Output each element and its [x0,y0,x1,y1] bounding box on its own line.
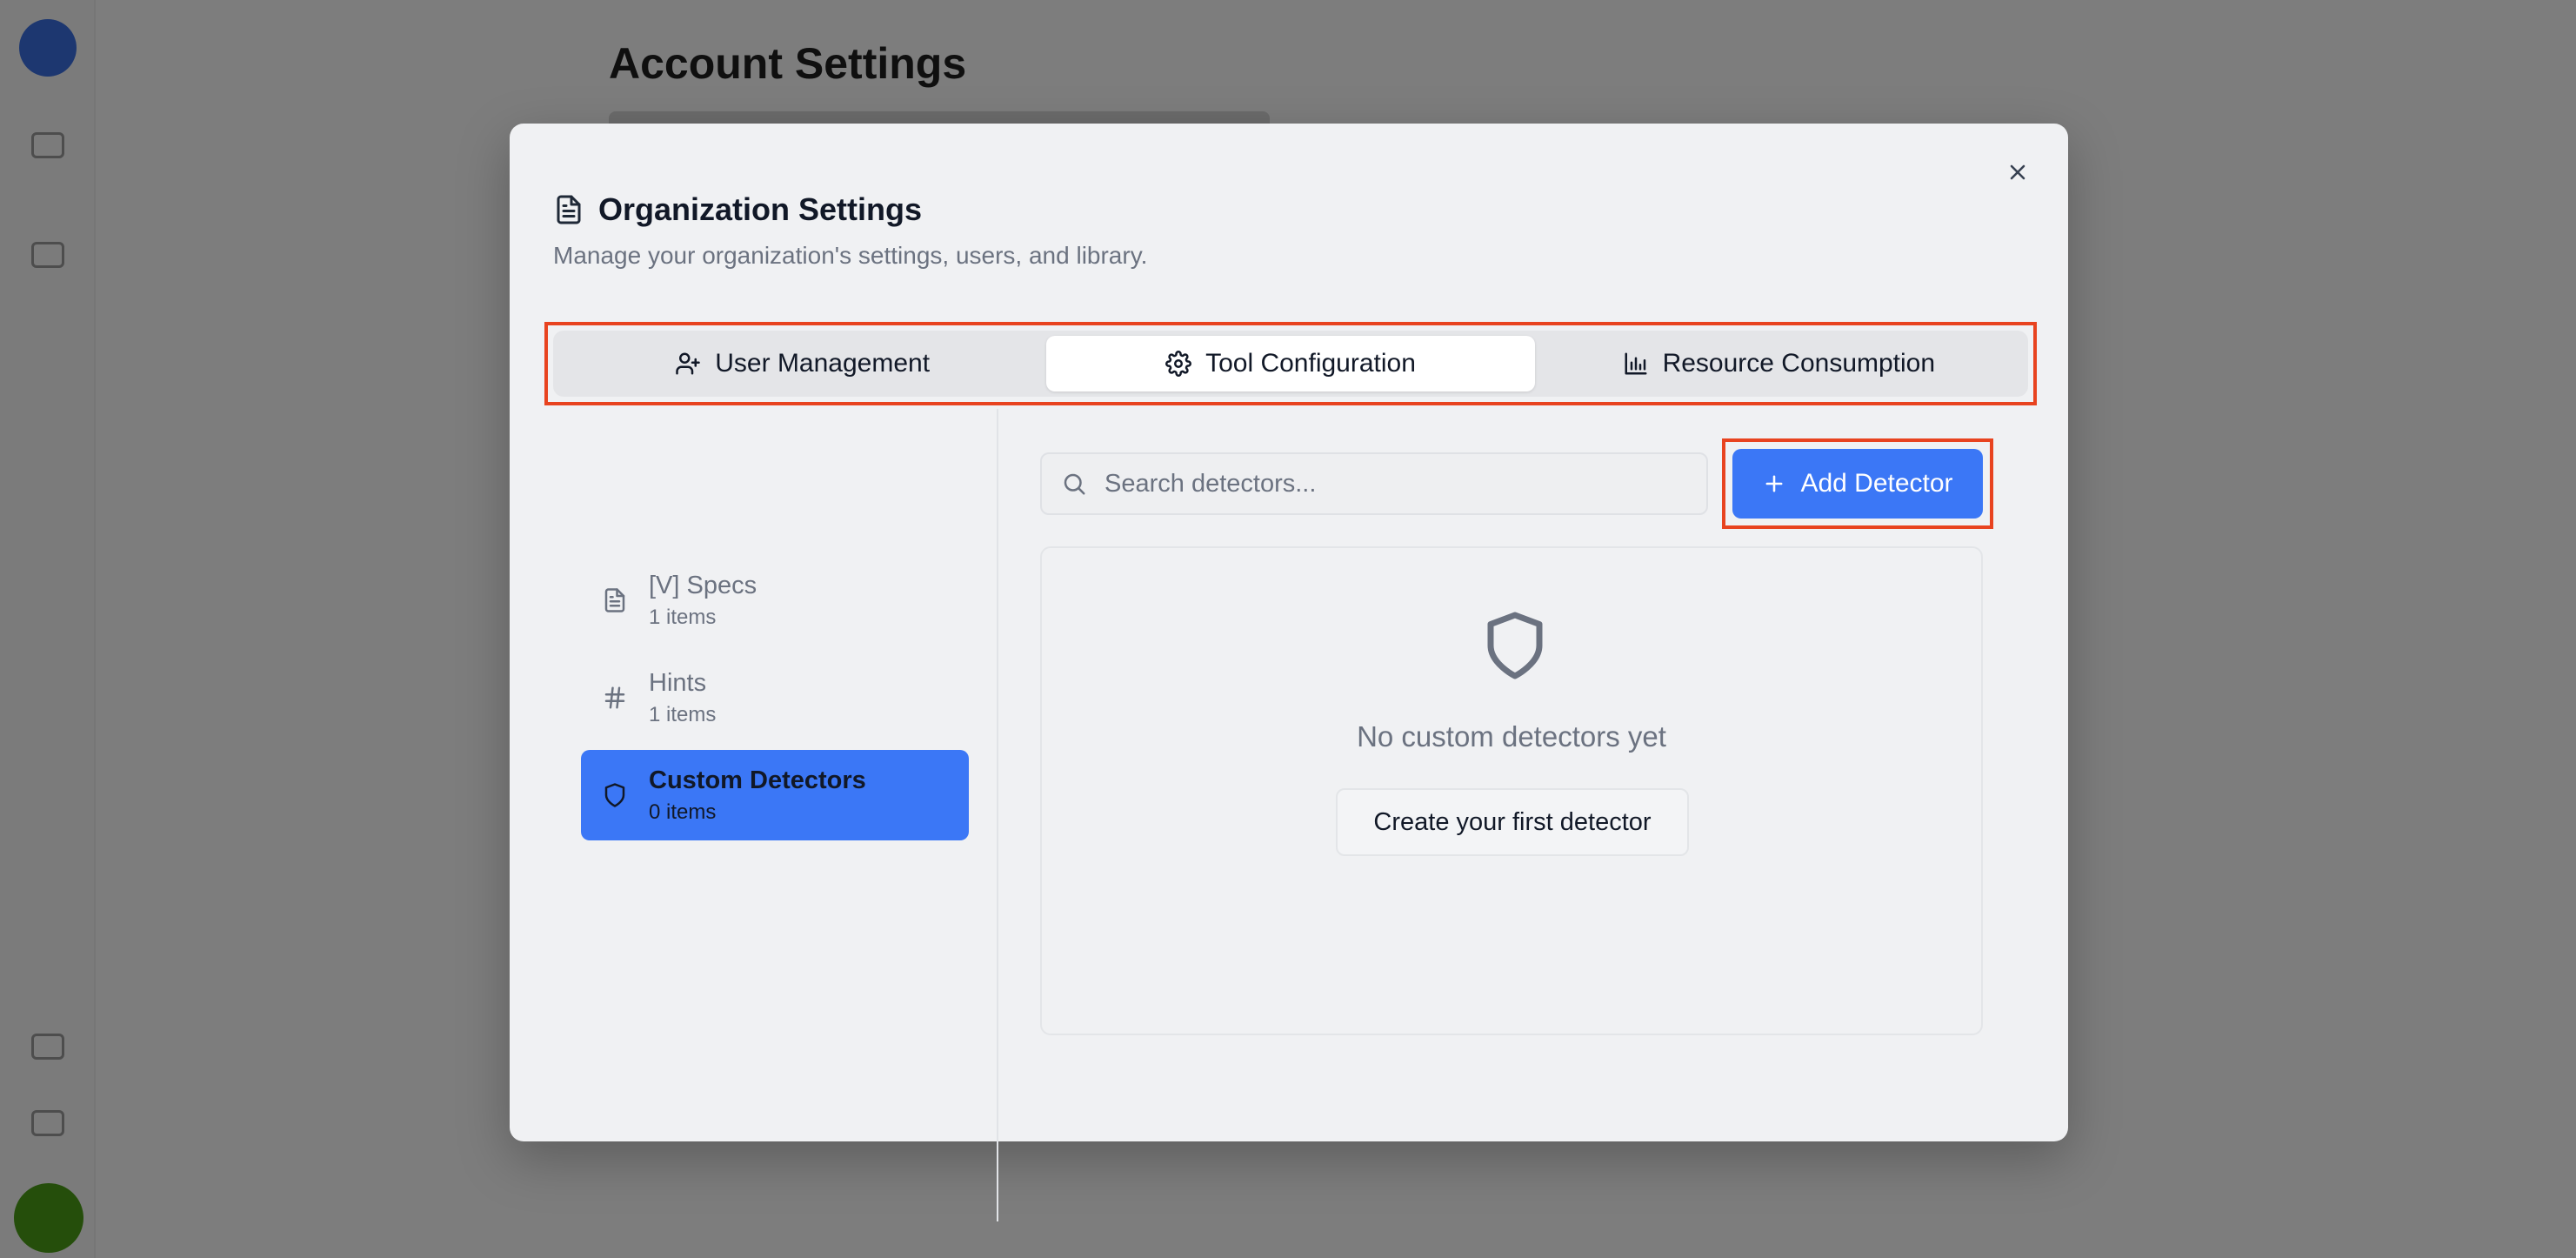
bar-chart-icon [1625,352,1647,375]
tab-label: User Management [715,349,931,378]
empty-state-message: No custom detectors yet [1357,720,1666,753]
sidebar-item-count: 1 items [649,702,717,726]
empty-state-panel: No custom detectors yet Create your firs… [1040,546,1983,1035]
sidebar-item-hints[interactable]: Hints 1 items [581,652,969,743]
shield-icon [1487,612,1543,679]
tab-resource-consumption[interactable]: Resource Consumption [1535,336,2023,391]
document-icon [604,588,625,612]
tab-user-management[interactable]: User Management [558,336,1046,391]
modal-title: Organization Settings [598,191,923,227]
modal-header: Organization Settings [553,191,922,228]
sidebar-item-count: 0 items [649,800,717,824]
hash-icon [604,686,625,709]
add-detector-button[interactable]: Add Detector [1732,449,1983,519]
create-first-detector-button[interactable]: Create your first detector [1336,788,1689,856]
tab-tool-configuration[interactable]: Tool Configuration [1046,336,1535,391]
user-plus-icon [676,352,701,375]
tab-label: Resource Consumption [1662,349,1936,378]
search-input[interactable] [1104,469,1678,499]
sidebar-item-label: [V] Specs [649,571,757,599]
close-button[interactable] [1999,153,2037,191]
x-icon [2010,164,2025,180]
sidebar-item-label: Hints [649,668,707,697]
tab-label: Tool Configuration [1205,349,1416,378]
gear-icon [1165,351,1192,377]
document-icon [557,195,581,224]
search-detectors-field[interactable] [1040,452,1708,515]
search-icon [1064,473,1085,495]
sidebar-item-count: 1 items [649,605,717,629]
panel-divider [997,409,998,1221]
sidebar-item-specs[interactable]: [V] Specs 1 items [581,555,969,646]
shield-icon [604,783,625,807]
modal-subtitle: Manage your organization's settings, use… [553,242,1148,269]
organization-settings-modal: Organization Settings Manage your organi… [510,124,2068,1221]
sidebar-item-custom-detectors[interactable]: Custom Detectors 0 items [581,750,969,840]
settings-tabs: User Management Tool Configuration Resou… [553,331,2028,397]
add-detector-label: Add Detector [1800,469,1953,498]
sidebar-item-label: Custom Detectors [649,766,866,794]
plus-icon [1766,475,1783,492]
